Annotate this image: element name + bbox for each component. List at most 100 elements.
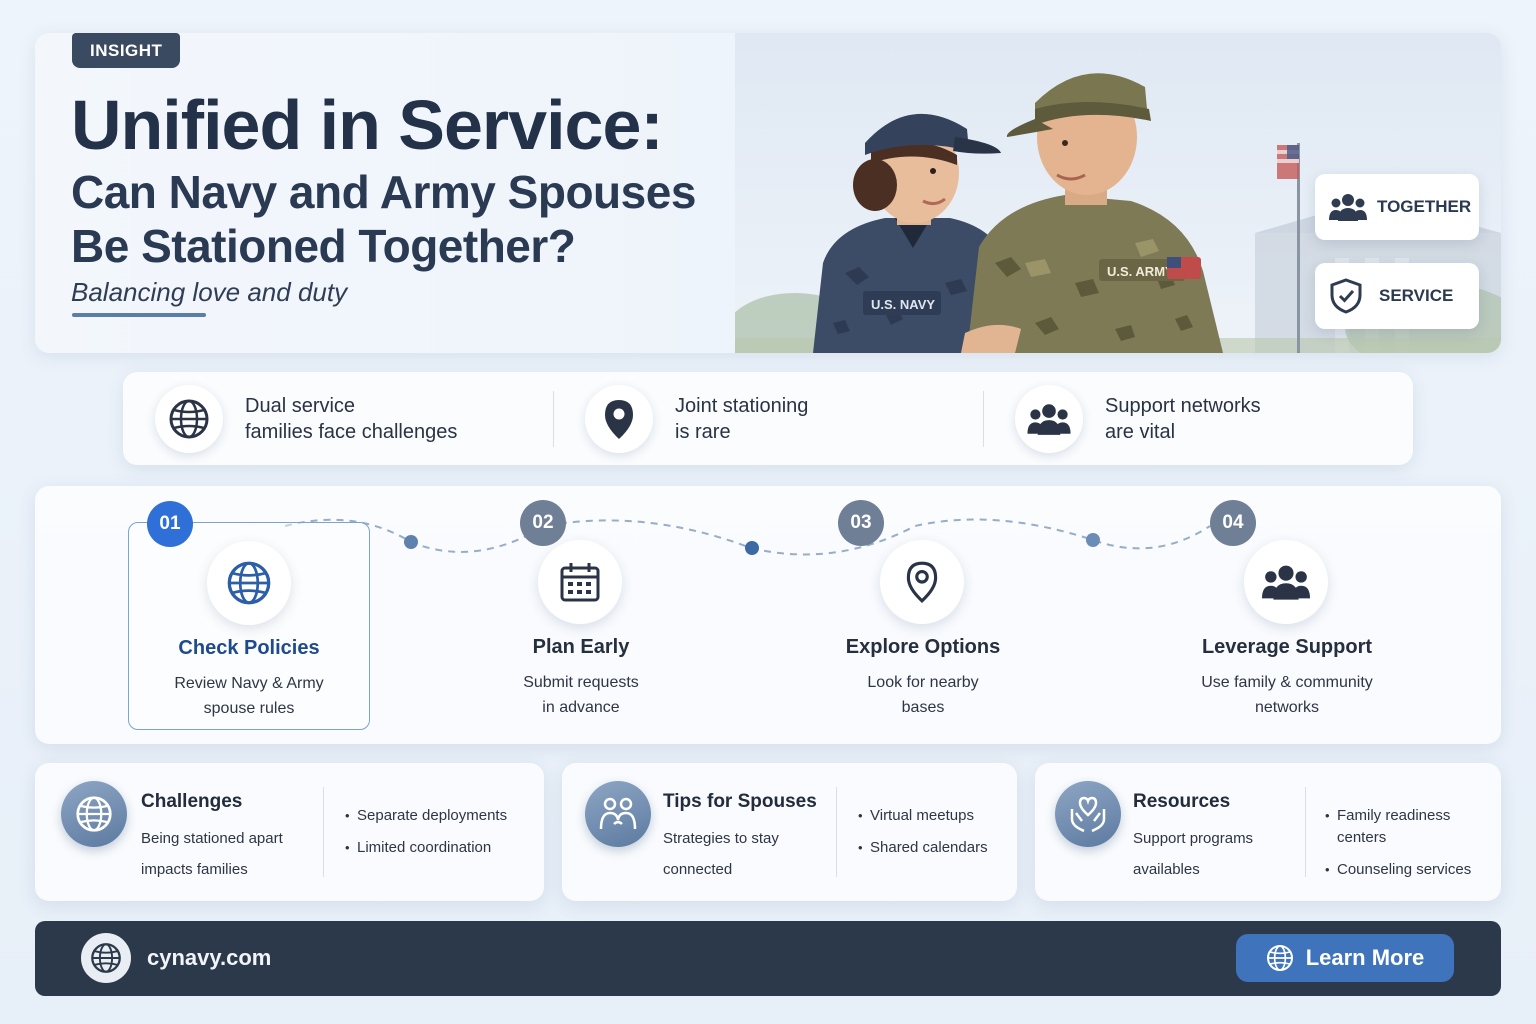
- step-icon-wrap: [538, 540, 622, 624]
- step-check-policies[interactable]: 01 Check Policies Review Navy & Army spo…: [128, 501, 370, 730]
- service-pill: SERVICE: [1315, 263, 1479, 329]
- step-description: Review Navy & Army spouse rules: [129, 671, 369, 721]
- fact-line: families face challenges: [245, 420, 458, 443]
- people-icon: [1027, 403, 1071, 435]
- info-desc-line: Being stationed apart: [141, 830, 283, 847]
- together-pill: TOGETHER: [1315, 174, 1479, 240]
- shield-icon: [1330, 278, 1362, 314]
- step-title: Plan Early: [532, 636, 630, 658]
- info-icon-wrap: [61, 781, 127, 847]
- fact-icon-wrap: [155, 384, 223, 453]
- info-desc-line: availables: [1133, 861, 1200, 878]
- globe-icon: [91, 943, 121, 973]
- fact-line: are vital: [1105, 420, 1176, 443]
- couple-icon: [599, 797, 637, 830]
- step-title: Leverage Support: [1201, 636, 1373, 658]
- step-number: 02: [520, 500, 566, 546]
- info-desc-line: impacts families: [141, 861, 248, 878]
- info-title: Challenges: [141, 791, 243, 812]
- step-icon-wrap: [880, 540, 964, 624]
- steps-panel: 01 Check Policies Review Navy & Army spo…: [35, 486, 1501, 744]
- fact-line: Dual service: [245, 394, 356, 417]
- map-pin-icon: [906, 561, 938, 603]
- subtitle-line-1: Can Navy and Army Spouses: [71, 166, 696, 218]
- hero-banner: INSIGHT Unified in Service: Can Navy and…: [35, 33, 1501, 353]
- fact-joint-stationing: Joint stationing is rare: [553, 384, 983, 453]
- together-label: TOGETHER: [1377, 197, 1472, 216]
- step-leverage-support[interactable]: 04 Leverage Support Use family & communi…: [1166, 500, 1408, 730]
- list-item: Family readiness centers: [1325, 805, 1485, 849]
- step-title: Explore Options: [845, 636, 1001, 658]
- step-number: 03: [838, 500, 884, 546]
- step-number: 04: [1210, 500, 1256, 546]
- list-item: Virtual meetups: [858, 805, 988, 827]
- fact-line: is rare: [675, 420, 731, 443]
- resources-card: Resources Support programs availables Fa…: [1035, 763, 1501, 901]
- key-facts-bar: Dual service families face challenges Jo…: [123, 372, 1413, 465]
- step-icon-wrap: [207, 541, 291, 625]
- people-icon: [1329, 194, 1367, 221]
- connector-dot: [404, 535, 418, 549]
- info-description: Support programs availables: [1133, 823, 1293, 885]
- divider: [836, 787, 837, 877]
- fact-icon-wrap: [585, 384, 653, 453]
- fact-line: Joint stationing: [675, 394, 809, 417]
- couple-illustration: U.S. NAVY U.S. ARMY TOGETHER SERVICE: [735, 33, 1501, 353]
- learn-more-label: Learn More: [1305, 945, 1425, 970]
- step-desc-line: Submit requests: [523, 674, 639, 691]
- service-label: SERVICE: [1379, 286, 1454, 305]
- challenges-card: Challenges Being stationed apart impacts…: [35, 763, 544, 901]
- fact-text: Support networks are vital: [1105, 393, 1345, 445]
- tagline: Balancing love and duty: [71, 277, 348, 307]
- step-desc-line: Review Navy & Army: [174, 675, 324, 692]
- fact-text: Joint stationing is rare: [675, 393, 915, 445]
- tips-list: Virtual meetups Shared calendars: [858, 805, 988, 869]
- divider: [323, 787, 324, 877]
- step-explore-options[interactable]: 03 Explore Options Look for nearby bases: [802, 500, 1044, 730]
- navy-name-tape: U.S. NAVY: [871, 297, 935, 312]
- tips-card: Tips for Spouses Strategies to stay conn…: [562, 763, 1017, 901]
- step-title: Check Policies: [178, 637, 320, 659]
- page-subtitle: Can Navy and Army Spouses Be Stationed T…: [71, 165, 771, 273]
- footer-bar: cynavy.com Learn More: [35, 921, 1501, 996]
- step-plan-early[interactable]: 02 Plan Early Submit requests in advance: [460, 500, 702, 730]
- page-title: Unified in Service:: [71, 86, 664, 164]
- info-desc-line: Strategies to stay: [663, 830, 779, 847]
- info-title: Tips for Spouses: [663, 791, 817, 812]
- fact-icon-wrap: [1015, 384, 1083, 453]
- step-number: 01: [147, 501, 193, 547]
- step-icon-wrap: [1244, 540, 1328, 624]
- divider: [1305, 787, 1306, 877]
- people-icon: [1262, 565, 1310, 600]
- connector-dot: [1086, 533, 1100, 547]
- list-item: Counseling services: [1325, 859, 1485, 881]
- list-item: Shared calendars: [858, 837, 988, 859]
- site-link[interactable]: cynavy.com: [147, 945, 271, 971]
- challenges-list: Separate deployments Limited coordinatio…: [345, 805, 507, 869]
- subtitle-line-2: Be Stationed Together?: [71, 220, 576, 272]
- globe-icon: [1266, 945, 1293, 971]
- globe-icon: [227, 561, 271, 605]
- army-name-tape: U.S. ARMY: [1107, 264, 1174, 279]
- info-description: Strategies to stay connected: [663, 823, 823, 885]
- step-description: Look for nearby bases: [802, 670, 1044, 720]
- connector-dot: [745, 541, 759, 555]
- step-desc-line: networks: [1254, 699, 1320, 716]
- step-desc-line: bases: [901, 699, 945, 716]
- footer-globe: [81, 933, 131, 983]
- globe-icon: [76, 796, 112, 832]
- learn-more-button[interactable]: Learn More: [1236, 934, 1454, 982]
- insight-badge: INSIGHT: [72, 33, 181, 68]
- heart-hands-icon: [1070, 796, 1106, 833]
- info-icon-wrap: [585, 781, 651, 847]
- fact-line: Support networks: [1105, 394, 1261, 417]
- step-desc-line: Look for nearby: [867, 674, 979, 691]
- list-item: Limited coordination: [345, 837, 507, 859]
- fact-text: Dual service families face challenges: [245, 393, 485, 445]
- step-desc-line: Use family & community: [1201, 674, 1373, 691]
- map-pin-icon: [605, 399, 633, 439]
- fact-dual-service: Dual service families face challenges: [123, 384, 553, 453]
- info-desc-line: Support programs: [1133, 830, 1254, 847]
- tagline-underline: [72, 313, 206, 317]
- step-description: Use family & community networks: [1166, 670, 1408, 720]
